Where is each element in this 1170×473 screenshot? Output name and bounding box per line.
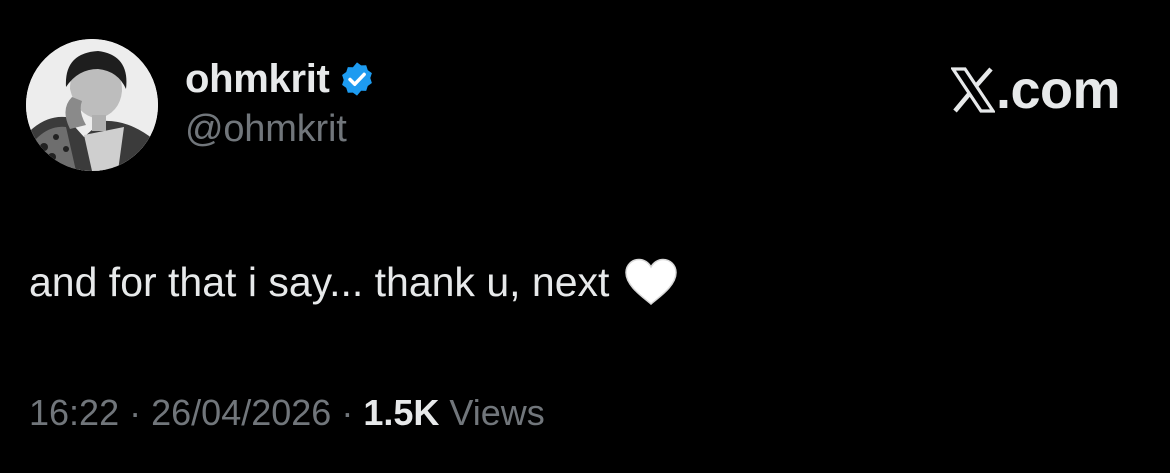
tweet-meta: 16:22 · 26/04/2026 · 1.5K Views (29, 392, 545, 434)
views-count[interactable]: 1.5K (363, 392, 439, 433)
author-handle[interactable]: @ohmkrit (185, 108, 347, 151)
brand-domain: .com (995, 60, 1121, 120)
author-display-name[interactable]: ohmkrit (185, 57, 330, 102)
author-name-row: ohmkrit (185, 54, 376, 104)
tweet-text: and for that i say... thank u, next (29, 258, 610, 305)
brand-logo: .com (949, 60, 1121, 120)
white-heart-icon (623, 257, 679, 307)
tweet-date[interactable]: 26/04/2026 (151, 392, 331, 433)
avatar-photo (26, 39, 158, 171)
views-label: Views (449, 392, 545, 433)
avatar[interactable] (26, 39, 158, 171)
tweet-body: and for that i say... thank u, next (29, 252, 679, 312)
meta-separator: · (341, 392, 354, 433)
meta-separator: · (129, 392, 142, 433)
x-logo-icon (949, 67, 996, 113)
tweet-time[interactable]: 16:22 (29, 392, 119, 433)
verified-badge-icon (338, 60, 376, 98)
